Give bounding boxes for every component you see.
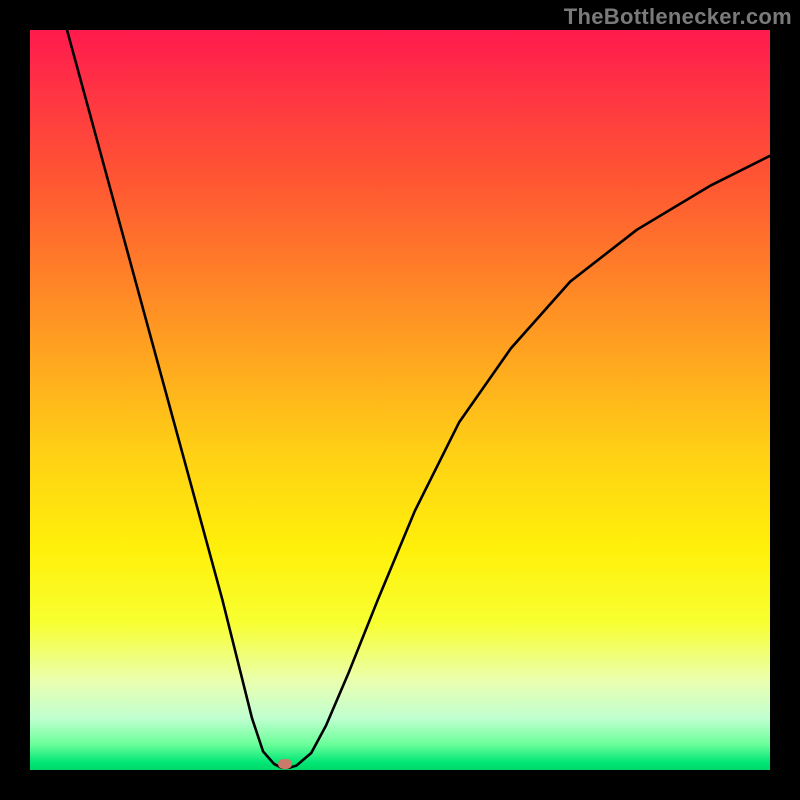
watermark-text: TheBottlenecker.com xyxy=(564,4,792,30)
plot-area xyxy=(30,30,770,770)
bottleneck-curve-path xyxy=(67,30,770,768)
curve-svg xyxy=(30,30,770,770)
optimal-marker xyxy=(278,759,292,769)
chart-frame: TheBottlenecker.com xyxy=(0,0,800,800)
